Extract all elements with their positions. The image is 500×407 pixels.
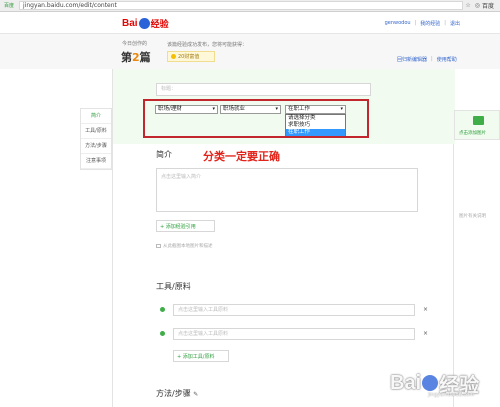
count-prefix: 第 (121, 51, 132, 64)
reward-message: 该篇经验成功发布，您将可能获得： (167, 42, 248, 48)
annotation-highlight-box (143, 99, 369, 138)
image-hint: 从此截图本地图片和描述 (156, 243, 213, 249)
pencil-icon[interactable]: ✎ (193, 391, 198, 398)
watermark-url: jingyan.baidu.com (428, 392, 475, 398)
bullet-icon (160, 331, 165, 336)
url-field[interactable]: jingyan.baidu.com/edit/content (19, 1, 464, 10)
nav-item-tools[interactable]: 工具/原料 (81, 124, 111, 139)
nav-item-notes[interactable]: 注意事项 (81, 154, 111, 169)
image-hint-text: 从此截图本地图片和描述 (163, 244, 213, 249)
extension-label[interactable]: 百度 (482, 1, 494, 10)
page-header: 今日创作的 第2篇 该篇经验成功发布，您将可能获得： 20财富值 回归新编辑器 … (0, 34, 500, 69)
paw-icon (422, 375, 439, 391)
tool-input-1[interactable]: 点击这里输入工具原料 (173, 304, 415, 316)
nav-item-steps[interactable]: 方法/步骤 (81, 139, 111, 154)
add-tool-button[interactable]: + 添加工具/原料 (173, 350, 229, 362)
header-links: 回归新编辑器 | 使用帮助 (397, 56, 457, 63)
star-icon[interactable]: ☆ (465, 2, 470, 9)
annotation-text: 分类一定要正确 (203, 150, 280, 163)
add-reference-button[interactable]: + 添加经验引用 (156, 220, 215, 232)
watermark-text-a: Bai (390, 371, 422, 394)
separator: | (414, 20, 417, 26)
steps-section-title: 方法/步骤 ✎ (156, 388, 198, 399)
remove-tool-1-button[interactable]: × (423, 306, 428, 313)
browser-address-bar: 百度 jingyan.baidu.com/edit/content ☆ ◎ 百度 (0, 0, 500, 12)
baidu-jingyan-watermark: Bai 经验 jingyan.baidu.com (390, 368, 479, 399)
browser-home-label[interactable]: 百度 (4, 2, 16, 9)
image-icon (156, 243, 161, 248)
extension-icon[interactable]: ◎ (475, 2, 480, 9)
coin-icon (171, 54, 176, 59)
section-nav: 简介 工具/原料 方法/步骤 注意事项 (80, 108, 112, 170)
today-label: 今日创作的 (122, 41, 148, 47)
side-hint: 图片有关说明 (459, 214, 486, 219)
help-link[interactable]: 使用帮助 (437, 56, 457, 63)
my-jingyan-link[interactable]: 我的经验 (420, 20, 440, 27)
count-suffix: 篇 (139, 51, 151, 64)
tools-section-title: 工具/原料 (156, 282, 191, 291)
username-link[interactable]: genwodou (385, 20, 411, 27)
separator: | (444, 20, 446, 26)
image-upload-icon (473, 116, 484, 125)
nav-item-intro[interactable]: 简介 (81, 109, 111, 124)
bullet-icon (160, 307, 165, 312)
tool-input-2[interactable]: 点击这里输入工具原料 (173, 328, 415, 340)
logo-text-bai: Bai (122, 17, 138, 29)
logo-text-jingyan: 经验 (150, 19, 169, 30)
wealth-text: 20财富值 (178, 54, 200, 60)
site-topbar: Bai 经验 genwodou | 我的经验 | 退出 (0, 12, 500, 34)
paw-icon (138, 17, 150, 29)
editor-panel: 标题： 职场/理财 ▾ 职场就业 ▾ 在职工作 ▾ 请选择分类 求职技巧 在职工作 分… (112, 69, 455, 407)
article-count: 第2篇 (121, 49, 151, 65)
separator: | (431, 56, 433, 62)
intro-textarea[interactable]: 点击这里输入简介 (156, 168, 418, 212)
baidu-jingyan-logo[interactable]: Bai 经验 (122, 16, 169, 30)
logout-link[interactable]: 退出 (450, 20, 460, 27)
add-image-label: 点击添加图片 (459, 131, 486, 136)
remove-tool-2-button[interactable]: × (423, 330, 428, 337)
intro-section-title: 简介 (156, 150, 172, 159)
new-editor-link[interactable]: 回归新编辑器 (397, 56, 427, 63)
user-links: genwodou | 我的经验 | 退出 (385, 20, 460, 27)
add-image-panel[interactable]: 点击添加图片 (454, 110, 500, 140)
steps-title-text: 方法/步骤 (156, 389, 191, 398)
title-input[interactable]: 标题： (156, 83, 371, 96)
wealth-badge: 20财富值 (167, 51, 215, 62)
count-number: 2 (132, 51, 140, 64)
